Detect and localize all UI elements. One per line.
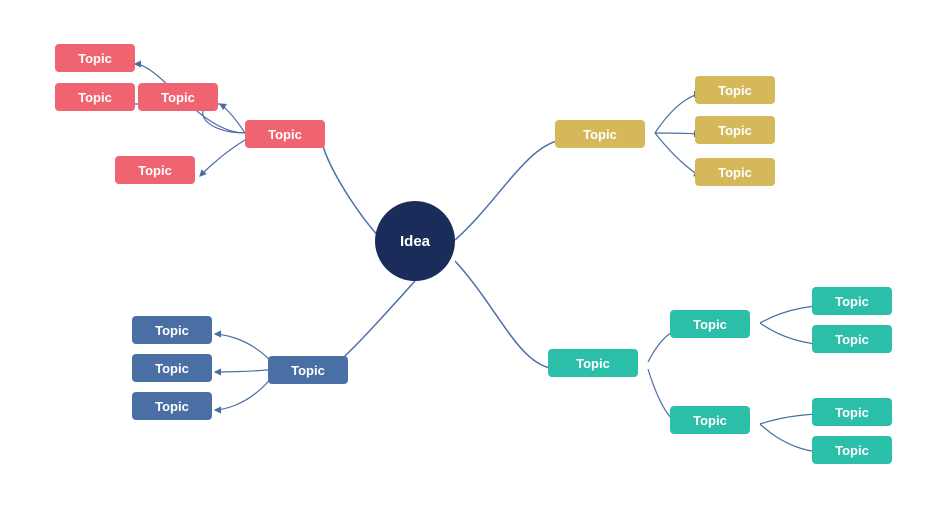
tr-child1[interactable]: Topic	[695, 76, 775, 104]
tl-mid-label: Topic	[268, 127, 302, 142]
tl-child2[interactable]: Topic	[55, 83, 135, 111]
br-sub2-child1[interactable]: Topic	[812, 398, 892, 426]
center-idea-node[interactable]: Idea	[375, 201, 455, 281]
tr-child3[interactable]: Topic	[695, 158, 775, 186]
br-sub2-child2[interactable]: Topic	[812, 436, 892, 464]
tr-child2[interactable]: Topic	[695, 116, 775, 144]
tl-child1[interactable]: Topic	[55, 44, 135, 72]
bl-child1[interactable]: Topic	[132, 316, 212, 344]
tl-child3[interactable]: Topic	[138, 83, 218, 111]
bl-mid-node[interactable]: Topic	[268, 356, 348, 384]
br-sub1-child2[interactable]: Topic	[812, 325, 892, 353]
bl-child2[interactable]: Topic	[132, 354, 212, 382]
br-sub1[interactable]: Topic	[670, 310, 750, 338]
center-label: Idea	[400, 233, 430, 250]
tl-mid-node[interactable]: Topic	[245, 120, 325, 148]
br-mid-node[interactable]: Topic	[548, 349, 638, 377]
br-sub1-child1[interactable]: Topic	[812, 287, 892, 315]
mindmap-canvas: Idea Topic Topic Topic Topic Topic Topic…	[0, 0, 936, 521]
bl-child3[interactable]: Topic	[132, 392, 212, 420]
connections-svg	[0, 0, 936, 521]
tr-mid-node[interactable]: Topic	[555, 120, 645, 148]
br-sub2[interactable]: Topic	[670, 406, 750, 434]
tl-child4[interactable]: Topic	[115, 156, 195, 184]
